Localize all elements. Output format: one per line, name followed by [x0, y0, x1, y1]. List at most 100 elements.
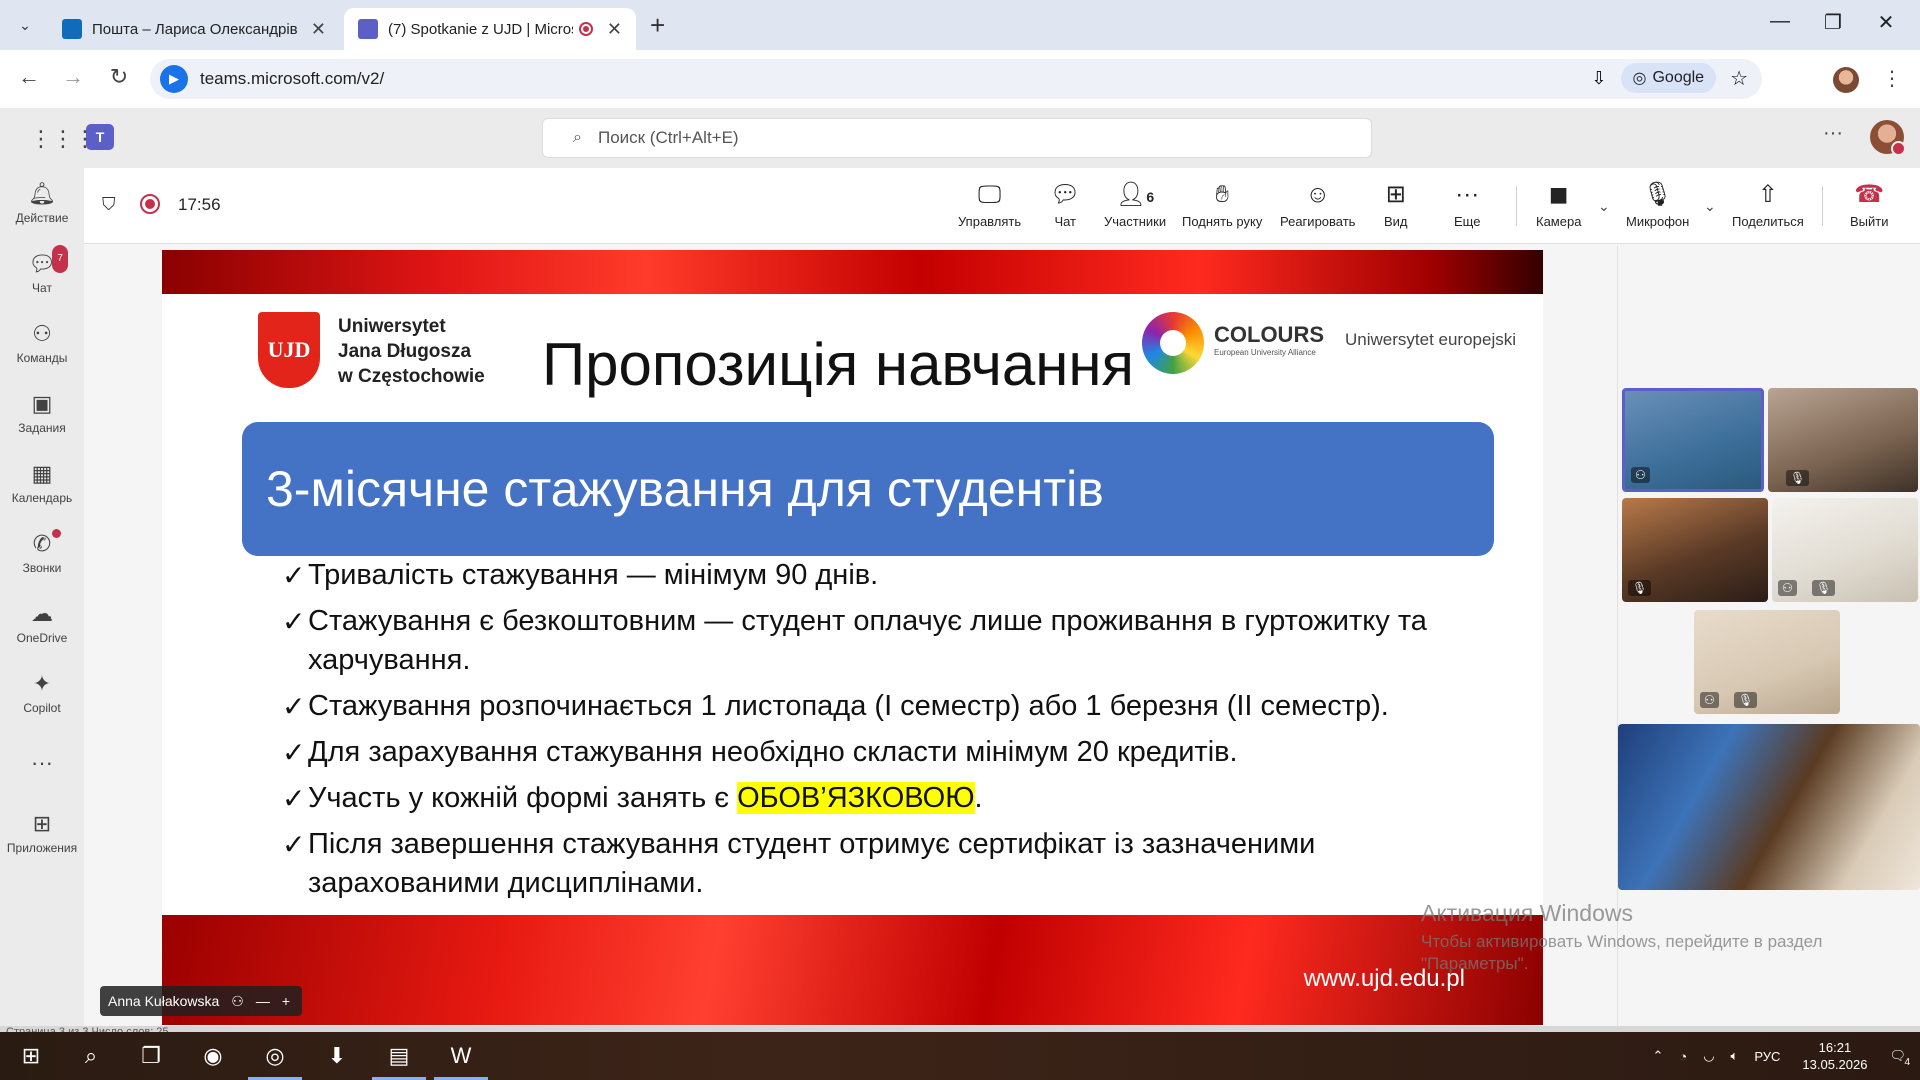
chevron-down-icon[interactable]: ⌄ — [1598, 198, 1610, 215]
install-app-icon[interactable]: ⇩ — [1591, 68, 1606, 89]
back-button[interactable]: ← — [14, 64, 44, 90]
raise-hand-icon: ✋︎ — [1215, 181, 1230, 208]
word-icon[interactable]: W — [430, 1032, 492, 1080]
tool-label: Управлять — [958, 214, 1022, 229]
presenter-name: Anna Kułakowska — [108, 993, 220, 1009]
rail-item-copilot[interactable]: ✦ Copilot — [0, 662, 84, 724]
more-icon[interactable]: ··· — [1823, 122, 1843, 145]
mic-off-icon: 🎙︎ — [1786, 470, 1810, 486]
participant-tile[interactable]: ⚇ — [1622, 388, 1764, 492]
notification-dot — [52, 529, 62, 538]
activation-title: Активация Windows — [1421, 900, 1633, 926]
chevron-down-icon[interactable]: ⌄ — [1704, 198, 1716, 215]
forward-button[interactable]: → — [58, 64, 88, 90]
zoom-in-button[interactable]: + — [282, 993, 290, 1009]
rail-item-activity[interactable]: 🔔︎ Действие — [0, 172, 84, 234]
tool-label: Участники — [1104, 214, 1167, 229]
rail-item-apps[interactable]: ⊞ Приложения — [0, 802, 84, 864]
rail-item-onedrive[interactable]: ☁ OneDrive — [0, 592, 84, 654]
tool-label: Поднять руку — [1182, 214, 1263, 229]
tab-mail[interactable]: Пошта – Лариса Олександрівн ✕ — [48, 8, 340, 50]
shield-icon[interactable]: ⛉ — [102, 194, 116, 215]
more-icon: ··· — [31, 750, 53, 775]
raise-hand-button[interactable]: ✋︎ Поднять руку — [1182, 180, 1262, 229]
slide-bottom-band: www.ujd.edu.pl — [162, 915, 1543, 1025]
cloud-icon: ☁ — [31, 601, 53, 626]
rail-item-calendar[interactable]: ▦ Календарь — [0, 452, 84, 514]
clock-date: 13.05.2026 — [1802, 1057, 1868, 1072]
search-placeholder: Поиск (Ctrl+Alt+E) — [597, 128, 739, 147]
view-button[interactable]: ⊞ Вид — [1384, 180, 1408, 229]
browser-app-icon[interactable]: ◉ — [182, 1032, 244, 1080]
clock-time: 16:21 — [1818, 1040, 1852, 1055]
rail-label: Звонки — [22, 561, 62, 575]
file-explorer-icon[interactable]: ▤ — [368, 1032, 430, 1080]
camera-button[interactable]: ◼ Камера — [1536, 180, 1581, 229]
volume-icon[interactable]: 🔈︎ — [1731, 1048, 1739, 1064]
rail-item-more[interactable]: ··· — [0, 732, 84, 794]
omnibox[interactable]: ▶ teams.microsoft.com/v2/ ⇩ ◎ Google ☆ — [150, 59, 1762, 99]
search-input[interactable]: ⌕ Поиск (Ctrl+Alt+E) — [542, 118, 1372, 158]
profile-avatar[interactable] — [1833, 67, 1859, 93]
star-icon[interactable]: ☆ — [1730, 66, 1748, 91]
task-view-icon[interactable]: ❐ — [120, 1032, 182, 1080]
browser-menu-icon[interactable]: ⋮ — [1882, 66, 1902, 91]
windows-taskbar: ⊞ ⌕ ❐ ◉ ◎ ⬇ ▤ W ⌃ ◔ ◡ 🔈︎ РУС 16:21 13.05… — [0, 1032, 1920, 1080]
participant-tile[interactable]: ⚇ 🎙︎ — [1772, 498, 1918, 602]
tool-label: Камера — [1536, 214, 1582, 229]
rail-label: Задания — [18, 421, 66, 435]
manage-button[interactable]: 🖵 Управлять — [958, 180, 1021, 229]
tab-search-dropdown[interactable]: ⌄ — [12, 12, 38, 38]
toolbar-divider — [1822, 186, 1823, 226]
rail-item-teams[interactable]: ⚇ Команды — [0, 312, 84, 374]
notifications-icon[interactable]: 🗨︎ 4 — [1889, 1048, 1910, 1068]
reload-button[interactable]: ↻ — [104, 64, 134, 90]
view-grid-icon: ⊞ — [1385, 181, 1406, 208]
clock[interactable]: 16:21 13.05.2026 — [1802, 1039, 1867, 1073]
google-lens-chip[interactable]: ◎ Google — [1620, 63, 1717, 93]
tool-label: Поделиться — [1732, 214, 1804, 229]
hang-up-icon: ☎ — [1854, 181, 1885, 208]
rail-item-chat[interactable]: 💬︎ 7 Чат — [0, 242, 84, 304]
camera-icon[interactable]: ▶ — [160, 65, 188, 93]
share-button[interactable]: ⇧ Поделиться — [1732, 180, 1804, 229]
participants-button[interactable]: 👤︎6 Участники — [1104, 180, 1166, 229]
bullet-item: Участь у кожній формі занять є ОБОВ’ЯЗКО… — [282, 779, 1502, 818]
chrome-icon[interactable]: ◎ — [244, 1032, 306, 1080]
rail-item-assignments[interactable]: ▣ Задания — [0, 382, 84, 444]
participant-tile[interactable]: 🎙︎ — [1768, 388, 1918, 492]
participant-tile[interactable]: 🎙︎ — [1622, 498, 1768, 602]
chat-button[interactable]: 💬︎ Чат — [1050, 180, 1080, 229]
maximize-button[interactable]: ❐ — [1813, 10, 1853, 35]
banner-text: 3-місячне стажування для студентів — [266, 461, 1104, 517]
react-button[interactable]: ☺ Реагировать — [1280, 180, 1355, 229]
torrent-icon[interactable]: ⬇ — [306, 1032, 368, 1080]
wifi-icon[interactable]: ◡ — [1703, 1048, 1714, 1064]
rail-item-calls[interactable]: ✆ Звонки — [0, 522, 84, 584]
url-text[interactable]: teams.microsoft.com/v2/ — [200, 69, 384, 89]
user-avatar[interactable] — [1870, 120, 1906, 156]
minimize-button[interactable]: — — [1760, 10, 1800, 33]
zoom-out-button[interactable]: — — [256, 993, 270, 1009]
presenter-icon: ⚇ — [231, 992, 244, 1009]
microphone-button[interactable]: 🎙︎ Микрофон — [1626, 180, 1689, 229]
close-icon[interactable]: ✕ — [607, 19, 622, 40]
search-icon[interactable]: ⌕ — [60, 1032, 122, 1080]
leave-button[interactable]: ☎ Выйти — [1850, 180, 1889, 229]
close-icon[interactable]: ✕ — [311, 19, 326, 40]
participant-tile[interactable]: ⚇ 🎙︎ — [1694, 610, 1840, 714]
language-indicator[interactable]: РУС — [1754, 1049, 1780, 1064]
close-window-button[interactable]: ✕ — [1866, 10, 1906, 35]
university-name: Uniwersytet Jana Długosza w Częstochowie — [338, 314, 485, 389]
start-button[interactable]: ⊞ — [0, 1032, 62, 1080]
new-tab-button[interactable]: + — [650, 10, 665, 41]
more-icon: ··· — [1455, 181, 1480, 208]
chevron-up-icon[interactable]: ⌃ — [1652, 1048, 1663, 1064]
tab-teams-meeting[interactable]: (7) Spotkanie z UJD | Micros ✕ — [344, 8, 636, 50]
mic-off-icon: 🎙︎ — [1628, 580, 1652, 596]
search-icon: ⌕ — [573, 129, 582, 146]
participant-tile[interactable] — [1618, 724, 1920, 890]
network-icon[interactable]: ◔ — [1679, 1049, 1687, 1064]
colours-university: Uniwersytet europejski — [1345, 330, 1517, 349]
more-button[interactable]: ··· Еще — [1454, 180, 1480, 229]
